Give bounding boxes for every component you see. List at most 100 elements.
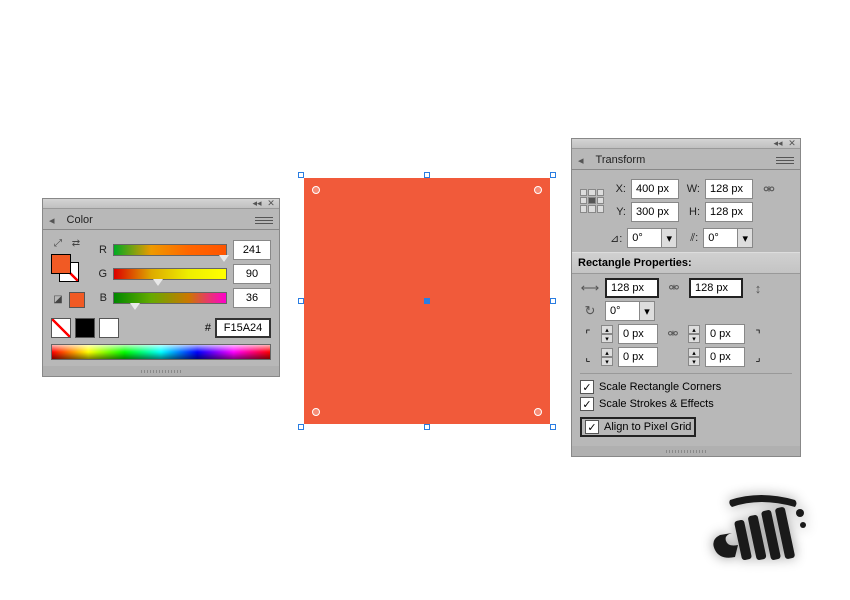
corner-tr-icon: ⌝ <box>750 326 766 342</box>
rect-props-header: Rectangle Properties: <box>572 252 800 274</box>
handle-br[interactable] <box>550 424 556 430</box>
handle-bm[interactable] <box>424 424 430 430</box>
y-label: Y: <box>610 206 626 218</box>
corner-widget-bl[interactable] <box>312 408 320 416</box>
panel-titlebar[interactable]: ◂◂ ✕ <box>572 139 800 149</box>
swap-icon[interactable]: ⇄ <box>69 236 83 250</box>
transform-body: X: W: ⚮ Y: H: ⊿: ▾ ⫽: <box>572 170 800 446</box>
rect-rotate-dropdown[interactable]: ▾ <box>605 301 655 321</box>
height-icon: ↕ <box>748 278 768 298</box>
handle-mr[interactable] <box>550 298 556 304</box>
panel-menu-icon[interactable] <box>776 153 794 167</box>
handle-bl[interactable] <box>298 424 304 430</box>
corner-tr-input[interactable] <box>705 324 745 344</box>
w-label: W: <box>684 183 700 195</box>
blue-slider[interactable] <box>113 292 227 304</box>
red-slider[interactable] <box>113 244 227 256</box>
corner-br-icon: ⌟ <box>750 349 766 365</box>
tab-color[interactable]: Color <box>59 211 101 229</box>
reference-point-grid[interactable] <box>580 189 604 213</box>
checkbox-scale-strokes[interactable] <box>580 397 594 411</box>
transform-panel: ◂◂ ✕ ◂ Transform X: W: ⚮ Y: <box>571 138 801 457</box>
selected-rectangle[interactable] <box>298 172 556 430</box>
green-input[interactable] <box>233 264 271 284</box>
panel-menu-icon[interactable] <box>255 213 273 227</box>
none-swatch[interactable] <box>51 318 71 338</box>
close-icon[interactable]: ✕ <box>787 140 797 148</box>
black-swatch[interactable] <box>75 318 95 338</box>
link-corners-icon[interactable]: ⚮ <box>663 324 683 344</box>
stepper[interactable]: ▴▾ <box>601 325 613 343</box>
chevron-down-icon[interactable]: ▾ <box>737 228 753 248</box>
collapse-icon[interactable]: ◂◂ <box>252 200 262 208</box>
last-color-swatch[interactable] <box>69 292 85 308</box>
chevron-down-icon[interactable]: ▾ <box>639 301 655 321</box>
color-panel-body: ⤢ ⇄ ◪ R G <box>43 230 279 366</box>
hex-prefix: # <box>205 322 211 334</box>
handle-tm[interactable] <box>424 172 430 178</box>
center-point[interactable] <box>424 298 430 304</box>
rect-width-input[interactable] <box>605 278 659 298</box>
corner-widget-tr[interactable] <box>534 186 542 194</box>
r-label: R <box>93 244 107 256</box>
cube-icon[interactable]: ◪ <box>51 292 65 306</box>
fill-stroke-swap-icon[interactable]: ⤢ <box>51 236 65 250</box>
stepper[interactable]: ▴▾ <box>688 348 700 366</box>
corner-tl-input[interactable] <box>618 324 658 344</box>
corner-widget-br[interactable] <box>534 408 542 416</box>
link-dim-icon[interactable]: ⚮ <box>664 278 684 298</box>
w-input[interactable] <box>705 179 753 199</box>
scale-strokes-label: Scale Strokes & Effects <box>599 398 714 410</box>
panel-resize-grip[interactable] <box>43 366 279 376</box>
color-panel: ◂◂ ✕ ◂ Color ⤢ ⇄ ◪ <box>42 198 280 377</box>
align-grid-row[interactable]: Align to Pixel Grid <box>580 417 696 437</box>
red-input[interactable] <box>233 240 271 260</box>
stepper[interactable]: ▴▾ <box>688 325 700 343</box>
handle-tl[interactable] <box>298 172 304 178</box>
blue-input[interactable] <box>233 288 271 308</box>
close-icon[interactable]: ✕ <box>266 200 276 208</box>
x-label: X: <box>610 183 626 195</box>
green-slider[interactable] <box>113 268 227 280</box>
align-grid-label: Align to Pixel Grid <box>604 421 691 433</box>
handle-tr[interactable] <box>550 172 556 178</box>
checkbox-align-grid[interactable] <box>585 420 599 434</box>
tab-transform[interactable]: Transform <box>588 151 654 169</box>
panel-titlebar[interactable]: ◂◂ ✕ <box>43 199 279 209</box>
panel-tabs: ◂ Color <box>43 209 279 230</box>
hex-row: # <box>51 318 271 338</box>
spectrum-slider[interactable] <box>51 344 271 360</box>
h-input[interactable] <box>705 202 753 222</box>
red-channel-row: R <box>93 240 271 260</box>
rotate-label: ⊿: <box>610 232 622 245</box>
y-input[interactable] <box>631 202 679 222</box>
fill-swatch[interactable] <box>51 254 71 274</box>
chevron-down-icon[interactable]: ▾ <box>661 228 677 248</box>
watermark-logo <box>700 485 820 575</box>
scale-strokes-row[interactable]: Scale Strokes & Effects <box>580 397 792 411</box>
corner-bl-icon: ⌞ <box>580 349 596 365</box>
handle-ml[interactable] <box>298 298 304 304</box>
panel-tabs: ◂ Transform <box>572 149 800 170</box>
x-input[interactable] <box>631 179 679 199</box>
collapse-icon[interactable]: ◂◂ <box>773 140 783 148</box>
hex-input[interactable] <box>215 318 271 338</box>
scale-corners-row[interactable]: Scale Rectangle Corners <box>580 380 792 394</box>
rotate-dropdown[interactable]: ▾ <box>627 228 677 248</box>
corner-widget-tl[interactable] <box>312 186 320 194</box>
rect-height-input[interactable] <box>689 278 743 298</box>
stepper[interactable]: ▴▾ <box>601 348 613 366</box>
blue-channel-row: B <box>93 288 271 308</box>
link-wh-icon[interactable]: ⚮ <box>758 179 780 199</box>
corner-bl-input[interactable] <box>618 347 658 367</box>
green-channel-row: G <box>93 264 271 284</box>
panel-resize-grip[interactable] <box>572 446 800 456</box>
corner-br-input[interactable] <box>705 347 745 367</box>
shear-dropdown[interactable]: ▾ <box>703 228 753 248</box>
checkbox-scale-corners[interactable] <box>580 380 594 394</box>
b-label: B <box>93 292 107 304</box>
fill-stroke-selector[interactable] <box>51 254 79 282</box>
width-icon: ⟷ <box>580 278 600 298</box>
white-swatch[interactable] <box>99 318 119 338</box>
corner-tl-icon: ⌜ <box>580 326 596 342</box>
